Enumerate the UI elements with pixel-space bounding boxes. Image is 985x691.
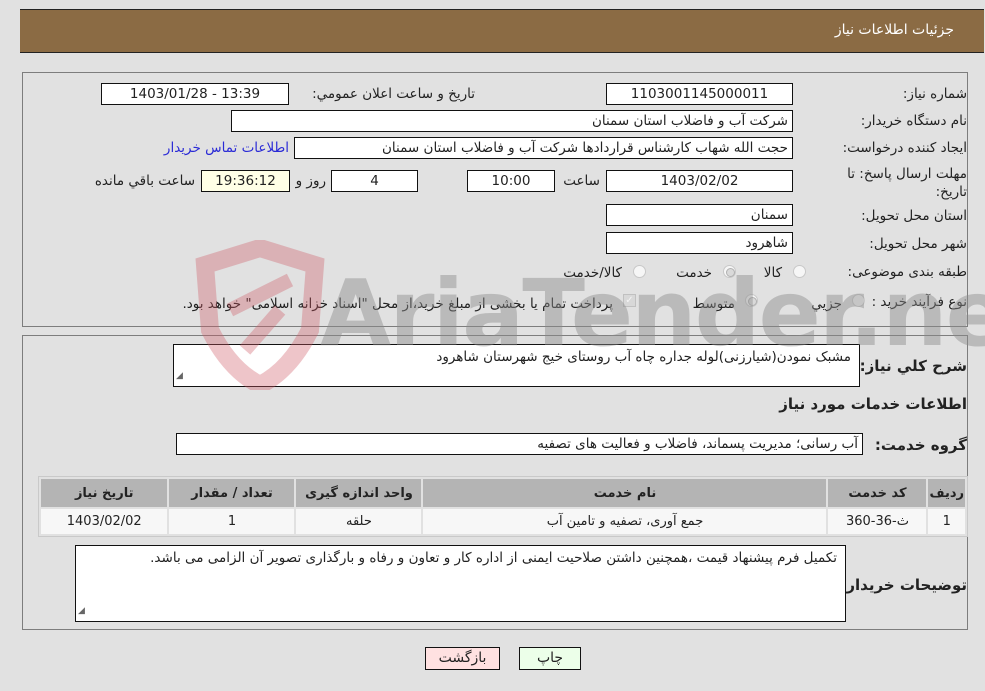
deadline-label: مهلت ارسال پاسخ: تا تاریخ: bbox=[847, 166, 967, 200]
cell-date: 1403/02/02 bbox=[41, 509, 168, 534]
buyer-contact-link[interactable]: اطلاعات تماس خریدار bbox=[164, 140, 289, 156]
col-date-header: تاریخ نیاز bbox=[41, 479, 168, 507]
table-row: 1 ث-36-360 جمع آوری، تصفیه و تامین آب حل… bbox=[41, 509, 965, 534]
deadline-date-field: 1403/02/02 bbox=[606, 170, 793, 192]
buyer-org-field: شرکت آب و فاضلاب استان سمنان bbox=[231, 110, 793, 132]
services-heading: اطلاعات خدمات مورد نیاز bbox=[779, 395, 967, 413]
remaining-label: ساعت باقي مانده bbox=[94, 173, 195, 189]
cell-unit: حلقه bbox=[296, 509, 422, 534]
col-code-header: کد خدمت bbox=[828, 479, 927, 507]
description-text: مشبک نمودن(شیارزنی)لوله جداره چاه آب روس… bbox=[436, 349, 851, 365]
back-button[interactable]: بازگشت bbox=[425, 647, 500, 670]
description-field: مشبک نمودن(شیارزنی)لوله جداره چاه آب روس… bbox=[173, 344, 860, 387]
category-radio-goods-service[interactable] bbox=[633, 265, 646, 278]
category-radio-service[interactable] bbox=[723, 265, 736, 278]
category-option-service: خدمت bbox=[676, 265, 712, 281]
service-group-label: گروه خدمت: bbox=[874, 436, 967, 454]
need-number-label: شماره نیاز: bbox=[902, 86, 967, 102]
announce-datetime-field: 1403/01/28 - 13:39 bbox=[101, 83, 289, 105]
days-label: روز و bbox=[295, 173, 326, 189]
treasury-checkbox[interactable]: ✓ bbox=[623, 294, 636, 307]
announce-label: تاریخ و ساعت اعلان عمومي: bbox=[312, 86, 475, 102]
process-option-minor: جزيي bbox=[811, 296, 842, 312]
page-header: جزئیات اطلاعات نیاز bbox=[20, 9, 984, 53]
page-title: جزئیات اطلاعات نیاز bbox=[834, 22, 954, 38]
process-label: نوع فرآیند خرید : bbox=[871, 294, 967, 310]
remaining-days-field: 4 bbox=[331, 170, 418, 192]
process-radio-medium[interactable] bbox=[745, 294, 758, 307]
creator-field: حجت الله شهاب کارشناس قراردادها شرکت آب … bbox=[294, 137, 793, 159]
table-header-row: ردیف کد خدمت نام خدمت واحد اندازه گیری ت… bbox=[41, 479, 965, 507]
col-qty-header: تعداد / مقدار bbox=[169, 479, 295, 507]
cell-code: ث-36-360 bbox=[828, 509, 927, 534]
category-option-goods: کالا bbox=[763, 265, 782, 281]
province-label: استان محل تحویل: bbox=[861, 208, 967, 224]
col-unit-header: واحد اندازه گیری bbox=[296, 479, 422, 507]
service-group-field: آب رسانی؛ مدیریت پسماند، فاضلاب و فعالیت… bbox=[176, 433, 863, 455]
buyer-notes-text: تکمیل فرم پیشنهاد قیمت ،همچنین داشتن صلا… bbox=[150, 550, 837, 566]
buyer-org-label: نام دستگاه خریدار: bbox=[860, 113, 967, 129]
cell-row: 1 bbox=[928, 509, 965, 534]
buyer-notes-field: تکمیل فرم پیشنهاد قیمت ،همچنین داشتن صلا… bbox=[75, 545, 846, 622]
col-name-header: نام خدمت bbox=[423, 479, 827, 507]
category-option-goods-service: کالا/خدمت bbox=[563, 265, 622, 281]
print-button[interactable]: چاپ bbox=[519, 647, 581, 670]
city-field: شاهرود bbox=[606, 232, 793, 254]
province-field: سمنان bbox=[606, 204, 793, 226]
deadline-time-field: 10:00 bbox=[467, 170, 555, 192]
remaining-time-field: 19:36:12 bbox=[201, 170, 290, 192]
city-label: شهر محل تحویل: bbox=[869, 236, 967, 252]
treasury-text: پرداخت تمام یا بخشی از مبلغ خرید،از محل … bbox=[182, 296, 613, 312]
col-row-header: ردیف bbox=[928, 479, 965, 507]
cell-qty: 1 bbox=[169, 509, 295, 534]
description-label: شرح کلي نیاز: bbox=[859, 357, 967, 375]
process-option-medium: متوسط bbox=[692, 296, 735, 312]
resize-handle-icon[interactable]: ◢ bbox=[78, 602, 85, 620]
cell-name: جمع آوری، تصفیه و تامین آب bbox=[423, 509, 827, 534]
deadline-time-label: ساعت bbox=[563, 173, 600, 189]
process-radio-minor[interactable] bbox=[852, 294, 865, 307]
buyer-notes-label: توضیحات خریدار: bbox=[840, 576, 967, 594]
resize-handle-icon[interactable]: ◢ bbox=[176, 367, 183, 385]
need-number-field: 1103001145000011 bbox=[606, 83, 793, 105]
creator-label: ایجاد کننده درخواست: bbox=[842, 140, 967, 156]
services-table: ردیف کد خدمت نام خدمت واحد اندازه گیری ت… bbox=[38, 476, 968, 537]
category-label: طبقه بندی موضوعی: bbox=[847, 264, 967, 280]
category-radio-goods[interactable] bbox=[793, 265, 806, 278]
